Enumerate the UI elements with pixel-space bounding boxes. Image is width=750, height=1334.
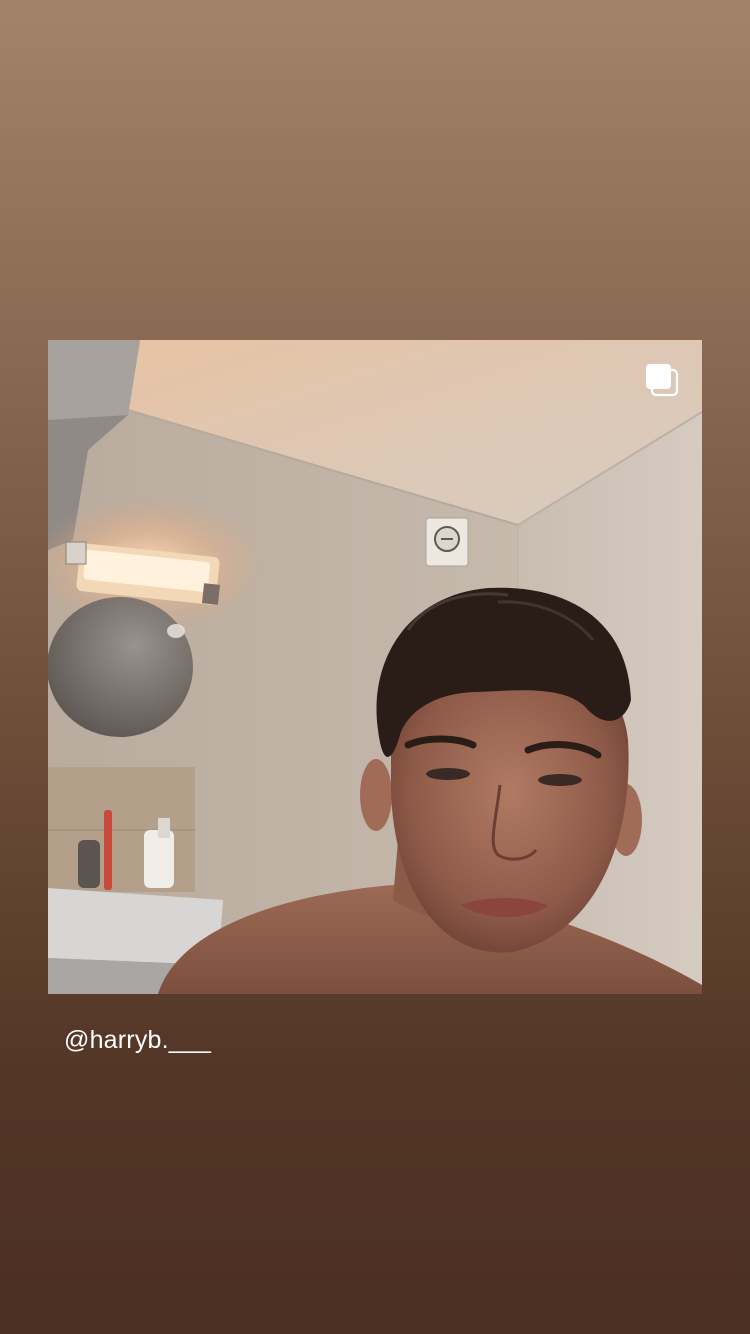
shared-post-card[interactable] [48,340,702,994]
post-photo [48,340,702,994]
multiple-photos-icon [645,363,679,397]
post-author-username[interactable]: @harryb.___ [64,1022,211,1058]
